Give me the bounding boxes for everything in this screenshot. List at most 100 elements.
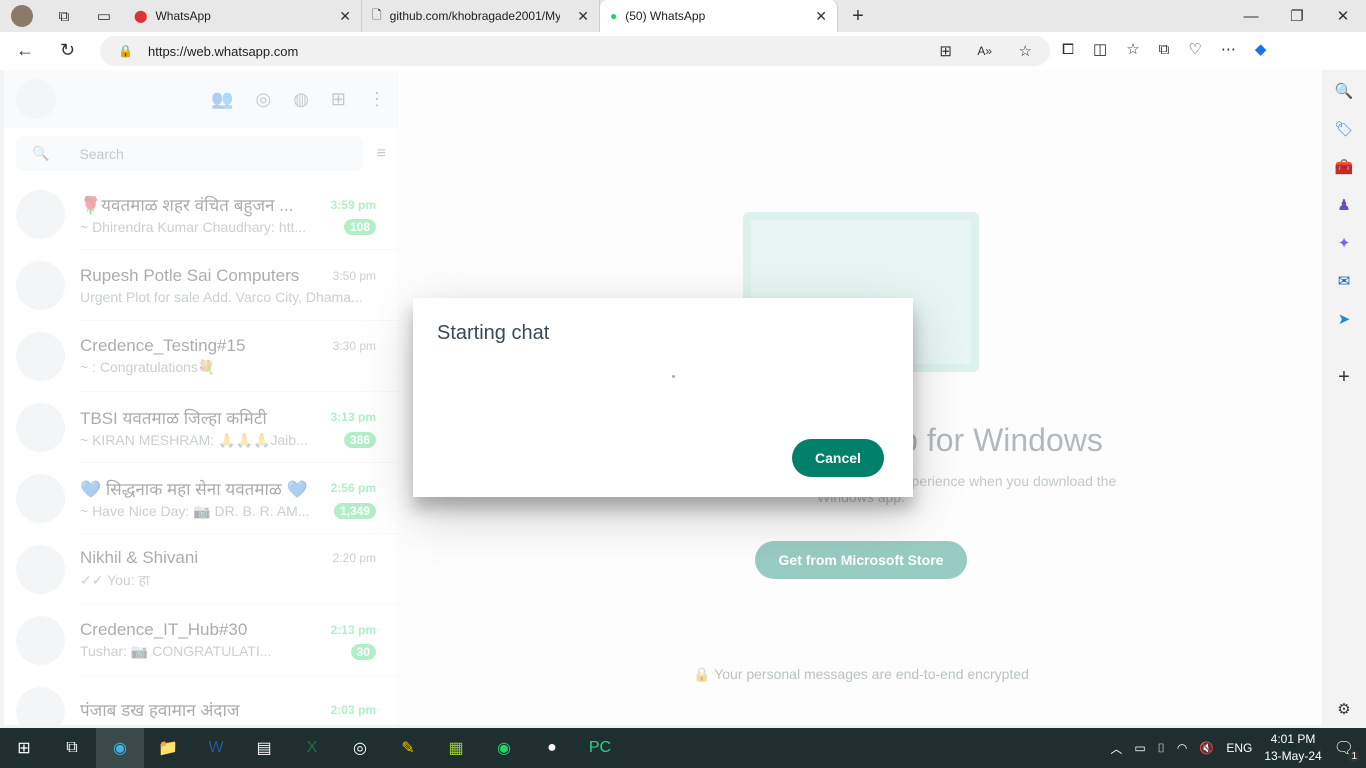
notepad-icon[interactable]: ▦ [432, 728, 480, 768]
close-window-button[interactable]: ✕ [1320, 7, 1366, 25]
tab-whatsapp-active[interactable]: ● (50) WhatsApp ✕ [600, 0, 838, 32]
search-input[interactable]: 🔍 Search [16, 136, 363, 171]
sidebar-settings-icon[interactable]: ⚙ [1337, 700, 1350, 718]
battery-icon[interactable]: ▭ [1134, 741, 1145, 755]
show-hidden-icons[interactable]: ︿ [1110, 740, 1122, 757]
refresh-icon[interactable]: ↻ [60, 40, 75, 61]
taskbar: ⊞ ⧉ ◉ 📁 W ▤ X ◎ ✎ ▦ ◉ ● PC ︿ ▭ ⌷ ◠ 🔇 ENG… [0, 728, 1366, 768]
chat-avatar [16, 403, 65, 452]
chrome-icon[interactable]: ◎ [336, 728, 384, 768]
alert-icon: ⬤ [134, 9, 148, 23]
edge-taskbar-icon[interactable]: ◉ [96, 728, 144, 768]
encryption-notice: 🔒 Your personal messages are end-to-end … [693, 666, 1029, 682]
chat-name: Credence_Testing#15 [80, 336, 246, 355]
my-avatar[interactable] [16, 79, 56, 119]
extensions-icon[interactable]: ⧠ [1062, 40, 1074, 58]
copilot-sidebar-icon[interactable]: ✦ [1338, 234, 1351, 252]
notification-center-icon[interactable]: 🗨 1 [1334, 738, 1360, 762]
media-app-icon[interactable]: ▤ [240, 728, 288, 768]
start-button[interactable]: ⊞ [0, 728, 48, 768]
chat-avatar [16, 332, 65, 381]
clock[interactable]: 4:01 PM 13-May-24 [1264, 731, 1321, 765]
whatsapp-icon: ● [610, 9, 618, 23]
chat-list-item[interactable]: Credence_Testing#15 3:30 pm ~ : Congratula… [4, 321, 398, 392]
profile-avatar[interactable] [0, 0, 44, 36]
tools-icon[interactable]: 🧰 [1335, 158, 1354, 176]
chat-list-item[interactable]: पंजाब डख हवामान अंदाज 2:03 pm [4, 676, 398, 725]
chat-list-item[interactable]: Rupesh Potle Sai Computers 3:50 pm Urgent … [4, 250, 398, 321]
restore-button[interactable]: ❐ [1274, 7, 1320, 25]
chat-list-item[interactable]: Credence_IT_Hub#30 2:13 pm Tushar: 📷 CONGR… [4, 605, 398, 676]
cancel-button[interactable]: Cancel [792, 439, 884, 477]
communities-icon[interactable]: 👥 [211, 89, 233, 110]
add-sidebar-icon[interactable]: + [1338, 366, 1350, 389]
games-icon[interactable]: ♟ [1337, 196, 1350, 214]
filter-icon[interactable]: ≡ [377, 145, 386, 163]
loading-spinner [672, 375, 675, 378]
send-icon[interactable]: ➤ [1338, 310, 1351, 328]
app-icon[interactable]: ✎ [384, 728, 432, 768]
chat-last-message: Urgent Plot for sale Add. Varco City, Dh… [80, 288, 363, 305]
new-chat-icon[interactable]: ⊞ [331, 89, 346, 110]
github-icon[interactable]: ● [528, 728, 576, 768]
shopping-icon[interactable]: 🏷 [1334, 120, 1353, 138]
chat-time: 2:03 pm [330, 702, 376, 717]
favorite-star-icon[interactable]: ☆ [1019, 42, 1032, 60]
chat-list-item[interactable]: TBSI यवतमाळ जिल्हा कमिटी 3:13 pm ~ KIRAN M… [4, 392, 398, 463]
address-bar[interactable]: 🔒 https://web.whatsapp.com ⊞ A» ☆ [100, 36, 1050, 66]
wifi-icon[interactable]: ◠ [1177, 741, 1187, 755]
tab-github[interactable]: 🗋 github.com/khobragade2001/My ✕ [362, 0, 600, 32]
usb-icon[interactable]: ⌷ [1158, 741, 1165, 756]
search-row: 🔍 Search ≡ [4, 128, 398, 179]
unread-badge: 108 [343, 219, 376, 235]
channels-icon[interactable]: ◍ [293, 89, 309, 110]
close-tab-icon[interactable]: ✕ [339, 8, 351, 25]
chat-time: 2:56 pm [330, 481, 376, 495]
chat-name: Nikhil & Shivani [80, 548, 199, 567]
browser-essentials-icon[interactable]: ♡ [1188, 40, 1201, 58]
get-from-store-button[interactable]: Get from Microsoft Store [754, 541, 968, 579]
menu-icon[interactable]: ⋮ [368, 89, 386, 110]
task-view-icon[interactable]: ⧉ [48, 728, 96, 768]
close-tab-icon[interactable]: ✕ [815, 8, 827, 25]
lock-icon[interactable]: 🔒 [118, 44, 133, 58]
excel-icon[interactable]: X [288, 728, 336, 768]
address-toolbar: ← ↻ 🔒 https://web.whatsapp.com ⊞ A» ☆ ⧠ … [0, 32, 1366, 70]
more-menu-icon[interactable]: ⋯ [1221, 40, 1236, 58]
back-icon[interactable]: ← [16, 40, 34, 61]
pycharm-icon[interactable]: PC [576, 728, 624, 768]
volume-muted-icon[interactable]: 🔇 [1199, 741, 1214, 755]
whatsapp-taskbar-icon[interactable]: ◉ [480, 728, 528, 768]
collections-icon[interactable]: ⧉ [1159, 40, 1170, 58]
system-tray: ︿ ▭ ⌷ ◠ 🔇 ENG 4:01 PM 13-May-24 🗨 1 [1110, 728, 1366, 768]
close-tab-icon[interactable]: ✕ [577, 8, 589, 25]
app-available-icon[interactable]: ⊞ [939, 42, 952, 60]
unread-badge: 30 [350, 643, 376, 660]
status-icon[interactable]: ◎ [255, 89, 271, 110]
split-screen-icon[interactable]: ◫ [1093, 40, 1107, 58]
chat-list-item[interactable]: 💙 सिद्धनाक महा सेना यवतमाळ 💙 2:56 pm ~ Hav… [4, 463, 398, 534]
chat-list-item[interactable]: 🌹यवतमाळ शहर वंचित बहुजन ... 3:59 pm ~ Dhir… [4, 179, 398, 250]
chat-name: Rupesh Potle Sai Computers [80, 265, 300, 285]
new-tab-button[interactable]: + [838, 5, 878, 28]
read-aloud-icon[interactable]: A» [977, 44, 992, 58]
file-explorer-icon[interactable]: 📁 [144, 728, 192, 768]
chat-name: Credence_IT_Hub#30 [80, 620, 248, 639]
word-icon[interactable]: W [192, 728, 240, 768]
outlook-icon[interactable]: ✉ [1338, 272, 1351, 290]
language-indicator[interactable]: ENG [1226, 741, 1252, 755]
minimize-button[interactable]: — [1228, 7, 1274, 25]
favorites-icon[interactable]: ☆ [1126, 40, 1139, 58]
search-icon[interactable]: 🔍 [1335, 82, 1354, 100]
chat-list-header: 👥 ◎ ◍ ⊞ ⋮ [4, 70, 398, 128]
chat-time: 3:13 pm [330, 410, 376, 424]
workspaces-icon[interactable]: ⧉ [44, 8, 84, 25]
dialog-title: Starting chat [437, 322, 550, 344]
chat-name: TBSI यवतमाळ जिल्हा कमिटी [80, 408, 267, 428]
chat-name: पंजाब डख हवामान अंदाज [80, 701, 240, 720]
copilot-icon[interactable]: ◆ [1255, 40, 1267, 58]
chat-list-panel: 👥 ◎ ◍ ⊞ ⋮ 🔍 Search ≡ 🌹यवतमाळ शहर वंचित बह… [4, 70, 399, 725]
chat-list-item[interactable]: Nikhil & Shivani 2:20 pm ✓✓ You: हा [4, 534, 398, 605]
tab-whatsapp-1[interactable]: ⬤ WhatsApp ✕ [124, 0, 362, 32]
tab-actions-icon[interactable]: ▭ [84, 7, 124, 25]
